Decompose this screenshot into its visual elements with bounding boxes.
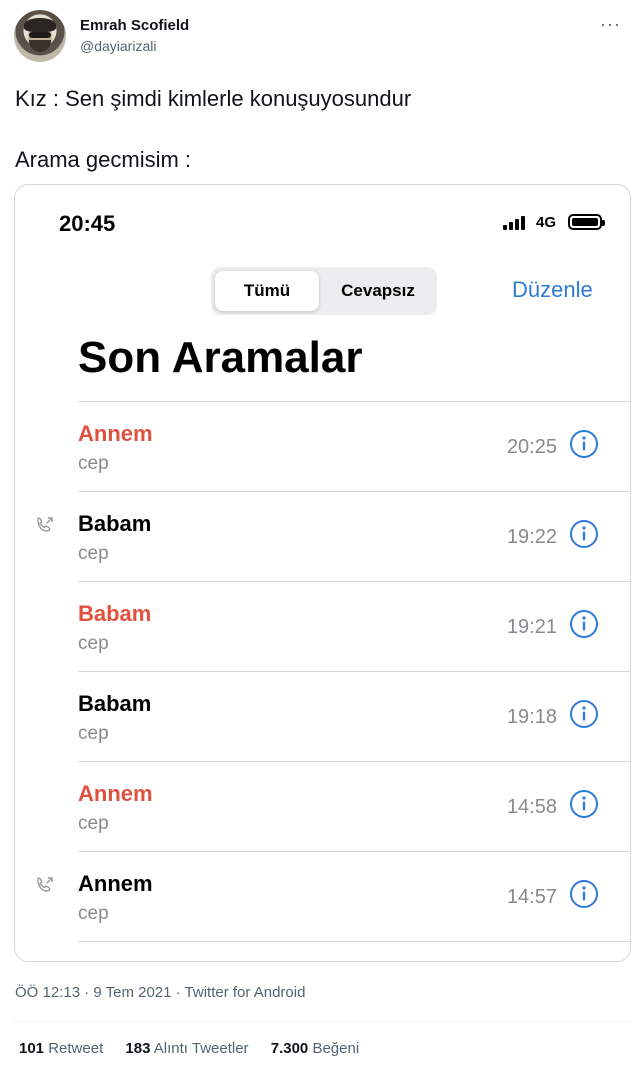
call-time: 19:21 bbox=[506, 616, 557, 638]
edit-button[interactable]: Düzenle bbox=[512, 277, 593, 303]
info-icon[interactable] bbox=[569, 609, 599, 639]
call-row[interactable]: Annem cep 14:58 bbox=[15, 761, 630, 851]
call-row[interactable]: Annem cep 14:57 bbox=[15, 851, 630, 941]
network-type: 4G bbox=[536, 214, 557, 231]
tweet-timestamp[interactable]: ÖÖ 12:13 · 9 Tem 2021 · Twitter for Andr… bbox=[15, 984, 305, 1001]
info-icon[interactable] bbox=[569, 879, 599, 909]
divider bbox=[78, 851, 630, 852]
page-title: Son Aramalar bbox=[78, 333, 363, 382]
battery-icon bbox=[568, 214, 605, 230]
segment-all[interactable]: Tümü bbox=[215, 271, 319, 311]
segment-missed[interactable]: Cevapsız bbox=[323, 271, 433, 311]
tweet-text-line: Kız : Sen şimdi kimlerle konuşuyosundur bbox=[15, 86, 412, 111]
call-row[interactable]: Babam cep 19:18 bbox=[15, 671, 630, 761]
phone-type: cep bbox=[78, 813, 109, 834]
avatar[interactable] bbox=[14, 10, 66, 62]
more-horizontal-icon[interactable]: ··· bbox=[600, 14, 621, 35]
info-icon[interactable] bbox=[569, 519, 599, 549]
call-row[interactable]: Babam cep 19:22 bbox=[15, 491, 630, 581]
divider bbox=[78, 671, 630, 672]
call-row[interactable]: Babam cep 19:21 bbox=[15, 581, 630, 671]
tweet-header: Emrah Scofield @dayiarizali ··· bbox=[0, 0, 635, 72]
tweet-text-line: Arama gecmisim : bbox=[15, 147, 192, 172]
call-row[interactable]: Annem cep 20:25 bbox=[15, 401, 630, 491]
phone-type: cep bbox=[78, 723, 109, 744]
tweet-stats: 101 Retweet 183 Alıntı Tweetler 7.300 Be… bbox=[19, 1040, 377, 1057]
display-name[interactable]: Emrah Scofield bbox=[80, 17, 189, 34]
call-time: 14:57 bbox=[506, 886, 557, 908]
segmented-control: Tümü Cevapsız bbox=[211, 267, 437, 315]
call-time: 14:58 bbox=[506, 796, 557, 818]
outgoing-call-icon bbox=[35, 875, 55, 895]
phone-type: cep bbox=[78, 453, 109, 474]
call-time: 20:25 bbox=[506, 436, 557, 458]
divider bbox=[78, 941, 630, 942]
info-icon[interactable] bbox=[569, 789, 599, 819]
caller-name: Babam bbox=[78, 511, 152, 536]
user-handle[interactable]: @dayiarizali bbox=[80, 38, 156, 54]
caller-name: Babam bbox=[78, 691, 152, 716]
divider bbox=[14, 1021, 630, 1022]
caller-name: Annem bbox=[78, 871, 153, 896]
caller-name: Annem bbox=[78, 781, 153, 806]
phone-type: cep bbox=[78, 633, 109, 654]
phone-type: cep bbox=[78, 543, 109, 564]
divider bbox=[78, 761, 630, 762]
phone-type: cep bbox=[78, 903, 109, 924]
info-icon[interactable] bbox=[569, 429, 599, 459]
divider bbox=[78, 491, 630, 492]
status-bar-time: 20:45 bbox=[59, 211, 116, 236]
attached-screenshot[interactable]: 20:45 4G Tümü Cevapsız Düzenle Son Arama… bbox=[14, 184, 631, 962]
like-count[interactable]: 7.300 Beğeni bbox=[271, 1040, 359, 1057]
retweet-count[interactable]: 101 Retweet bbox=[19, 1040, 103, 1057]
divider bbox=[78, 581, 630, 582]
outgoing-call-icon bbox=[35, 515, 55, 535]
divider bbox=[78, 401, 630, 402]
quote-count[interactable]: 183 Alıntı Tweetler bbox=[125, 1040, 248, 1057]
caller-name: Babam bbox=[78, 601, 152, 626]
signal-icon bbox=[503, 216, 527, 230]
call-time: 19:18 bbox=[506, 706, 557, 728]
call-time: 19:22 bbox=[506, 526, 557, 548]
info-icon[interactable] bbox=[569, 699, 599, 729]
caller-name: Annem bbox=[78, 421, 153, 446]
